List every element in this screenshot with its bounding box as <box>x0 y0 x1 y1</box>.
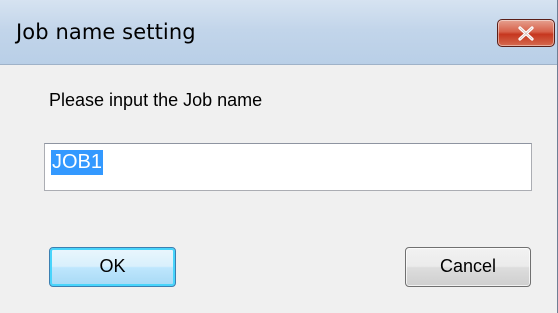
title-bar[interactable]: Job name setting <box>0 0 557 64</box>
prompt-label: Please input the Job name <box>49 90 263 110</box>
job-name-dialog: Job name setting Please input the Job na… <box>0 0 558 313</box>
job-name-input[interactable] <box>44 143 532 191</box>
dialog-title: Job name setting <box>16 20 196 44</box>
dialog-body: Please input the Job name JOB1 OK Cancel <box>0 64 557 313</box>
close-button[interactable] <box>497 19 555 47</box>
close-icon <box>518 26 534 41</box>
cancel-button[interactable]: Cancel <box>405 247 531 287</box>
job-name-selected-text: JOB1 <box>51 150 104 175</box>
ok-button[interactable]: OK <box>49 247 176 287</box>
